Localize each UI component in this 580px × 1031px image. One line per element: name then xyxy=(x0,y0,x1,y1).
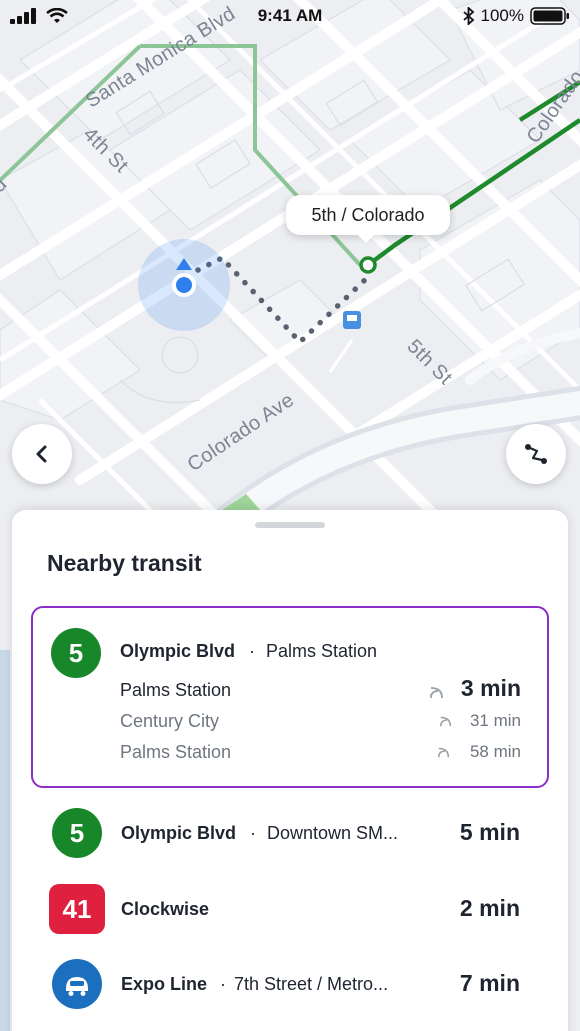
departure-minutes: 58 min xyxy=(469,742,521,761)
arrival-minutes: 5 min xyxy=(459,819,520,845)
realtime-signal-icon xyxy=(437,747,450,758)
sheet-drag-handle[interactable] xyxy=(255,522,325,528)
back-button[interactable] xyxy=(12,424,72,484)
line-name: Clockwise xyxy=(121,899,210,919)
line-separator: · xyxy=(250,823,256,843)
route-badge: 5 xyxy=(52,808,102,858)
selected-route-card[interactable]: 5 Olympic Blvd · Palms Station Palms Sta… xyxy=(31,606,549,788)
stop-callout[interactable]: 5th / Colorado xyxy=(286,195,450,243)
arrival-minutes: 7 min xyxy=(459,970,520,996)
line-name: Expo Line xyxy=(121,974,208,994)
bluetooth-icon xyxy=(462,7,474,25)
transit-list-item[interactable]: 41 Clockwise 2 min xyxy=(12,878,568,942)
transit-list-item[interactable]: 5 Olympic Blvd · Downtown SM... 5 min xyxy=(12,802,568,866)
route-overview-button[interactable] xyxy=(506,424,566,484)
sheet-title: Nearby transit xyxy=(47,550,202,576)
chevron-left-icon xyxy=(36,445,47,463)
stop-callout-label: 5th / Colorado xyxy=(311,204,425,225)
nearby-transit-sheet[interactable]: Nearby transit 5 Olympic Blvd · Palms St… xyxy=(12,510,568,1031)
line-name: Olympic Blvd xyxy=(120,641,236,661)
status-right: 100% xyxy=(462,6,570,26)
line-name: Olympic Blvd xyxy=(121,823,237,843)
departure-stop: Century City xyxy=(120,711,220,731)
arrival-minutes: 2 min xyxy=(459,895,520,921)
line-destination: Palms Station xyxy=(266,641,378,661)
departure-stop: Palms Station xyxy=(120,742,232,762)
realtime-signal-icon xyxy=(439,716,452,727)
route-icon xyxy=(525,444,547,464)
departure-minutes: 31 min xyxy=(469,711,521,730)
train-icon xyxy=(66,977,88,996)
line-separator: · xyxy=(220,974,226,994)
realtime-signal-icon xyxy=(430,687,443,699)
battery-icon xyxy=(530,7,569,25)
departure-stop: Palms Station xyxy=(120,680,232,700)
line-destination: Downtown SM... xyxy=(267,823,399,843)
route-badge: 5 xyxy=(51,628,101,678)
departure-minutes: 3 min xyxy=(460,675,521,701)
route-badge: 41 xyxy=(49,884,105,934)
route-badge xyxy=(52,959,102,1009)
transit-list-item[interactable]: Expo Line · 7th Street / Metro... 7 min xyxy=(12,953,568,1017)
battery-percent: 100% xyxy=(480,6,524,25)
status-bar: 9:41 AM 100% xyxy=(0,0,580,34)
line-separator: · xyxy=(249,641,255,661)
line-destination: 7th Street / Metro... xyxy=(234,974,389,994)
